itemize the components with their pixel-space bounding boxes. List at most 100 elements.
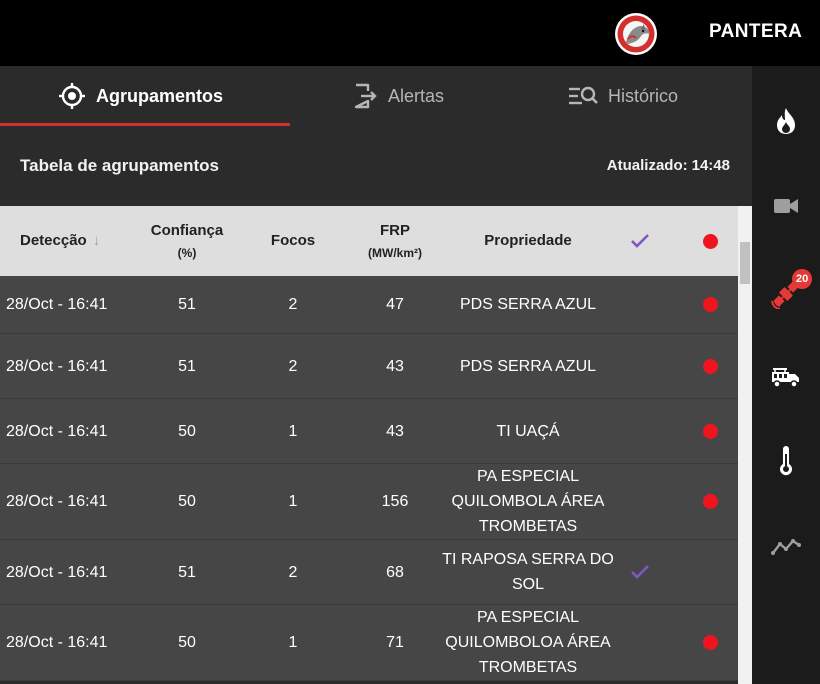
list-search-icon [569, 86, 598, 105]
clusters-table: Detecção ↓ Confiança (%) Focos FRP (MW/k… [0, 206, 738, 684]
video-camera-icon [774, 199, 798, 213]
cell-checked[interactable] [622, 334, 658, 398]
col-foci-label: Focos [270, 232, 316, 249]
cell-frp: 156 [381, 493, 409, 510]
cell-alert[interactable] [694, 540, 726, 604]
tab-label: Agrupamentos [96, 85, 224, 106]
cell-property: PA ESPECIAL QUILOMBOLA ÁREA TROMBETAS [451, 468, 605, 535]
sidebar-item-cameras[interactable] [752, 181, 820, 231]
sidebar-item-fires[interactable] [752, 96, 820, 146]
cell-property: TI UAÇÁ [496, 422, 560, 440]
table-row[interactable]: 28/Oct - 16:41 50 1 156 PA ESPECIAL QUILOMBO… [0, 464, 738, 540]
cell-alert[interactable] [694, 276, 726, 333]
right-sidebar: 20 [752, 66, 820, 684]
active-tab-indicator [0, 123, 290, 126]
cell-frp: 68 [386, 563, 404, 581]
cell-checked[interactable] [622, 464, 658, 539]
cell-foci: 2 [288, 563, 298, 581]
tab-historico[interactable]: Histórico [568, 66, 678, 126]
cell-checked[interactable] [622, 276, 658, 333]
updated-timestamp: Atualizado: 14:48 [607, 157, 730, 174]
cell-checked[interactable] [622, 540, 658, 604]
table-body: 28/Oct - 16:41 51 2 47 PDS SERRA AZUL 28/Oct … [0, 276, 738, 681]
check-icon [631, 234, 649, 248]
col-frp-unit: (MW/km²) [368, 245, 422, 260]
brand-title: PANTERA [709, 21, 803, 42]
cell-property: PDS SERRA AZUL [459, 357, 597, 375]
cell-confidence: 51 [178, 357, 196, 375]
crosshair-icon [59, 83, 85, 109]
alert-dot-icon [702, 494, 718, 509]
cell-alert[interactable] [694, 334, 726, 398]
col-frp[interactable]: FRP (MW/km²) [345, 206, 445, 276]
sidebar-item-weather[interactable] [752, 436, 820, 486]
col-detection[interactable]: Detecção ↓ [20, 206, 140, 276]
alert-dot-icon [702, 358, 718, 374]
table-row[interactable]: 28/Oct - 16:41 51 2 43 PDS SERRA AZUL [0, 334, 738, 399]
sort-down-arrow-icon[interactable]: ↓ [93, 232, 101, 250]
satellite-count-badge: 20 [792, 269, 813, 289]
cell-alert[interactable] [694, 399, 726, 463]
table-row[interactable]: 28/Oct - 16:41 51 2 47 PDS SERRA AZUL [0, 276, 738, 334]
cell-frp: 47 [386, 296, 404, 313]
cell-foci: 2 [288, 296, 298, 313]
cell-frp: 43 [386, 357, 404, 375]
cell-confidence: 50 [178, 422, 196, 440]
col-property-label: Propriedade [484, 232, 572, 249]
top-bar: PANTERA [0, 0, 820, 66]
col-alert[interactable] [694, 206, 726, 276]
tab-agrupamentos[interactable]: Agrupamentos [58, 66, 223, 126]
table-scrollbar[interactable] [738, 206, 752, 684]
tab-label: Histórico [608, 85, 679, 106]
col-confidence[interactable]: Confiança (%) [137, 206, 237, 276]
cell-confidence: 50 [178, 493, 196, 510]
tab-alertas[interactable]: Alertas [352, 66, 444, 126]
updated-time: 14:48 [691, 157, 730, 174]
cell-checked[interactable] [622, 605, 658, 680]
cell-checked[interactable] [622, 399, 658, 463]
col-confidence-unit: (%) [177, 245, 197, 260]
cell-detection: 28/Oct - 16:41 [6, 357, 108, 375]
cell-detection: 28/Oct - 16:41 [6, 422, 108, 440]
cell-confidence: 51 [178, 296, 196, 313]
cell-frp: 71 [386, 634, 404, 651]
col-detection-label: Detecção [20, 232, 87, 249]
cell-frp: 43 [386, 422, 404, 440]
alert-dot-icon [702, 233, 718, 249]
cell-detection: 28/Oct - 16:41 [6, 634, 108, 651]
main-panel: Agrupamentos Alertas Histórico Tabela de… [0, 66, 752, 684]
fire-truck-icon [772, 368, 799, 388]
alert-dot-icon [702, 297, 718, 312]
tab-bar: Agrupamentos Alertas Histórico [0, 66, 752, 126]
cell-alert[interactable] [694, 464, 726, 539]
sidebar-item-statistics[interactable] [752, 521, 820, 571]
check-icon [631, 565, 649, 579]
alert-dot-icon [702, 635, 718, 650]
sidebar-item-satellites[interactable]: 20 [752, 269, 820, 319]
cell-detection: 28/Oct - 16:41 [6, 563, 108, 581]
cell-property: TI RAPOSA SERRA DO SOL [442, 551, 614, 593]
table-header: Detecção ↓ Confiança (%) Focos FRP (MW/k… [0, 206, 738, 276]
col-foci[interactable]: Focos [253, 206, 333, 276]
cell-foci: 1 [288, 422, 298, 440]
fire-icon [777, 108, 795, 134]
table-row[interactable]: 28/Oct - 16:41 51 2 68 TI RAPOSA SERRA DO SO… [0, 540, 738, 605]
cell-alert[interactable] [694, 605, 726, 680]
section-title: Tabela de agrupamentos [20, 156, 220, 175]
sidebar-item-brigades[interactable] [752, 351, 820, 401]
col-property[interactable]: Propriedade [438, 206, 618, 276]
cell-foci: 1 [288, 634, 298, 651]
table-row[interactable]: 28/Oct - 16:41 50 1 71 PA ESPECIAL QUILOMBOL… [0, 605, 738, 681]
col-checked[interactable] [622, 206, 658, 276]
cell-detection: 28/Oct - 16:41 [6, 296, 108, 313]
trend-line-icon [771, 539, 801, 555]
updated-label: Atualizado: [606, 157, 688, 174]
table-row[interactable]: 28/Oct - 16:41 50 1 43 TI UAÇÁ [0, 399, 738, 464]
alert-dot-icon [702, 423, 718, 439]
col-frp-label: FRP [380, 221, 410, 239]
cell-foci: 1 [288, 493, 298, 510]
tab-label: Alertas [388, 85, 445, 106]
scrollbar-thumb[interactable] [740, 242, 750, 284]
cell-detection: 28/Oct - 16:41 [6, 493, 108, 510]
prevfogo-logo-icon[interactable] [614, 12, 658, 56]
